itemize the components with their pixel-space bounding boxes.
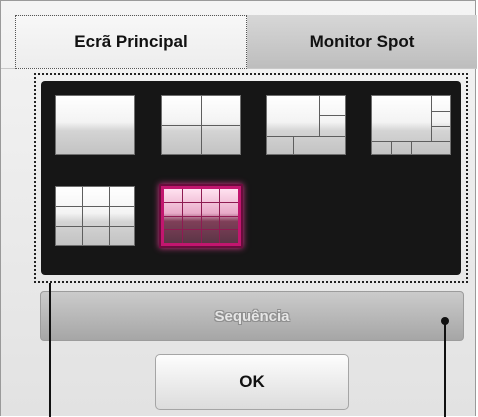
layout-1-plus-6-split[interactable] [266,95,346,155]
callout-line-right [444,321,446,417]
ok-button[interactable]: OK [155,354,349,410]
tab-spot-monitor-label: Monitor Spot [309,32,415,51]
layout-9-split[interactable] [55,186,135,246]
layout-1-plus-8-split[interactable] [371,95,451,155]
sequence-button-label: Sequência [214,307,290,325]
tab-main-screen[interactable]: Ecrã Principal [15,15,247,69]
callout-line-left [49,283,51,417]
callout-dot-right [441,317,449,325]
ok-button-label: OK [239,372,265,391]
layout-1-split[interactable] [55,95,135,155]
tab-main-screen-label: Ecrã Principal [74,32,188,51]
layout-4-split[interactable] [161,95,241,155]
layout-16-split[interactable] [161,186,241,246]
display-layout-dialog: Ecrã Principal Monitor Spot Sequência OK [0,0,477,417]
layout-grid-panel [41,81,461,275]
tab-spot-monitor[interactable]: Monitor Spot [247,15,477,69]
sequence-button[interactable]: Sequência [40,291,464,341]
